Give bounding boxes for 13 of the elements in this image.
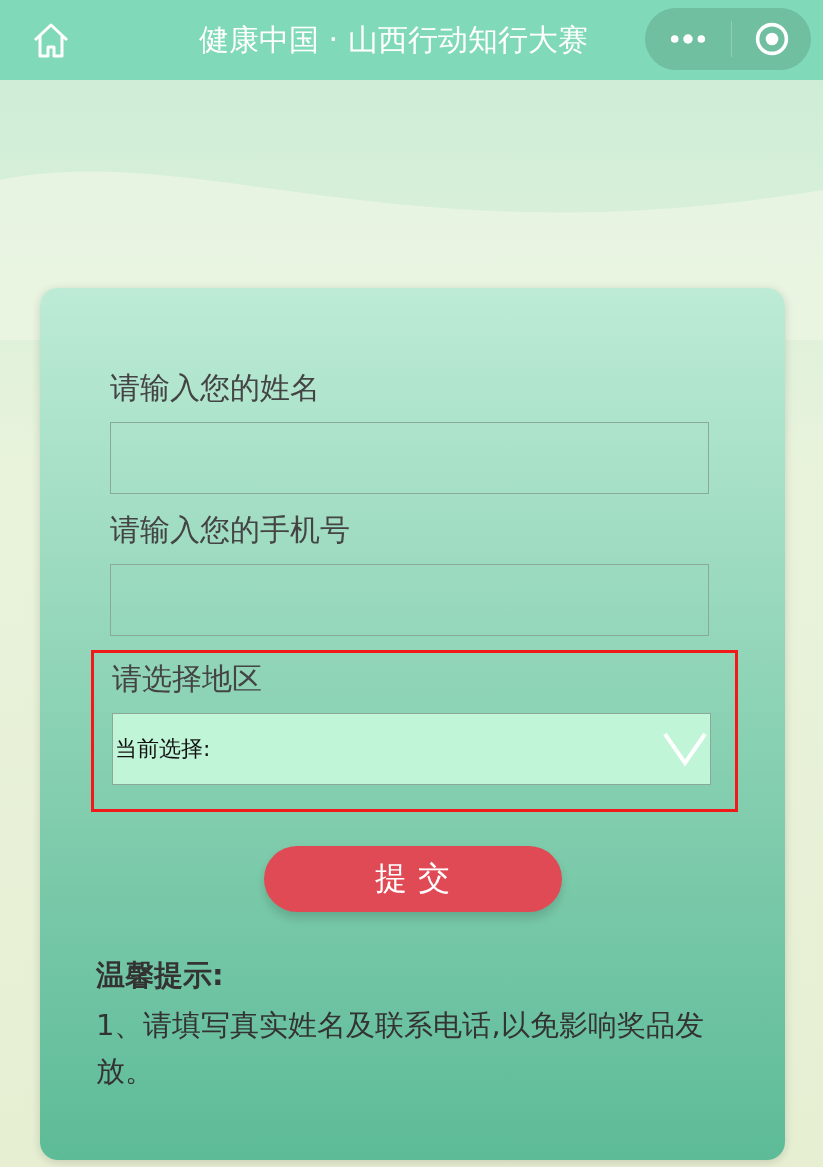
chevron-down-icon	[662, 731, 708, 767]
field-label: 请选择地区	[112, 660, 263, 698]
field-label: 请输入您的姓名	[110, 369, 321, 407]
tip-text: 1、请填写真实姓名及联系电话,以免影响奖品发放。	[96, 1007, 705, 1090]
input-field[interactable]	[110, 422, 709, 494]
tip-title: 温馨提示:	[96, 957, 225, 994]
submit-button[interactable]: 提 交	[263, 846, 562, 912]
page-title: 健康中国 · 山西行动知行大赛	[199, 20, 588, 59]
field-label: 请输入您的手机号	[110, 511, 351, 549]
input-field[interactable]	[110, 564, 709, 636]
more-icon[interactable]	[669, 33, 707, 45]
close-icon[interactable]	[754, 21, 790, 57]
region-select[interactable]: 当前选择:	[112, 713, 711, 785]
